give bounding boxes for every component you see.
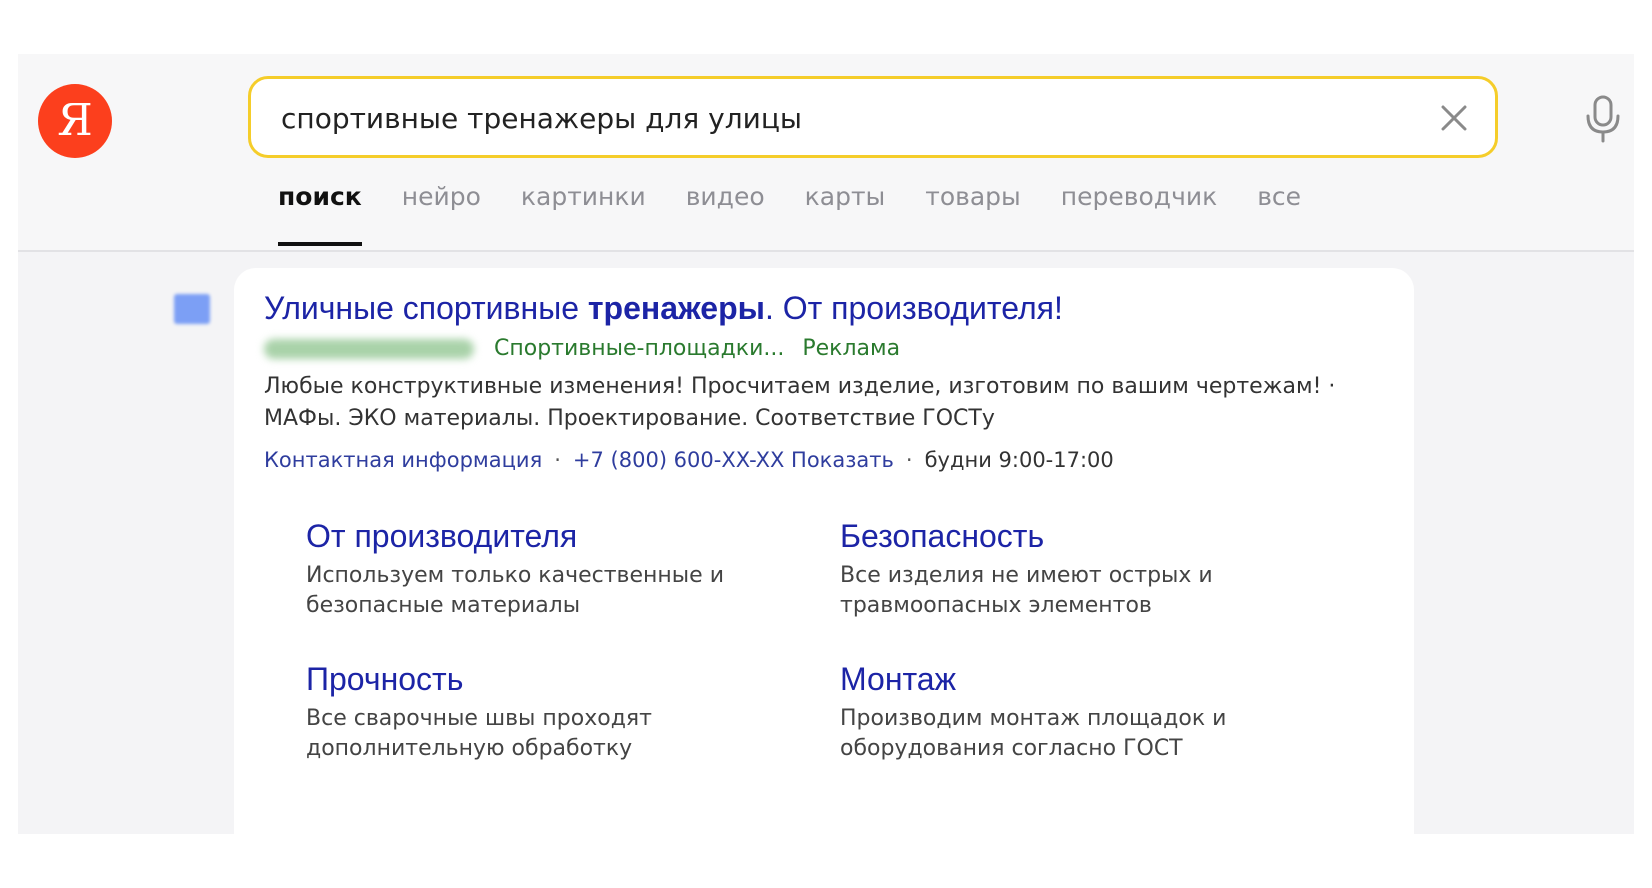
tab-search[interactable]: поиск: [278, 182, 362, 246]
phone-link[interactable]: +7 (800) 600-XX-XX Показать: [573, 448, 894, 472]
contact-info-link[interactable]: Контактная информация: [264, 448, 542, 472]
ad-title-bold: тренажеры: [587, 290, 765, 326]
tab-neuro[interactable]: нейро: [402, 182, 481, 246]
sitelink-desc: Все изделия не имеют острых и травмоопас…: [840, 563, 1213, 618]
ad-label: Реклама: [802, 336, 901, 361]
ad-url-row: Спортивные-площадки... Реклама: [264, 336, 900, 361]
sitelink-desc: Производим монтаж площадок и оборудовани…: [840, 706, 1227, 761]
sitelink-desc: Все сварочные швы проходят дополнительну…: [306, 706, 652, 761]
sitelink-installation: Монтаж Производим монтаж площадок и обор…: [840, 661, 1320, 764]
sitelink-title[interactable]: От производителя: [306, 518, 786, 555]
ad-title-part1: Уличные спортивные: [264, 290, 588, 326]
ad-contacts: Контактная информация · +7 (800) 600-XX-XX…: [264, 448, 1114, 472]
site-favicon-icon: [174, 294, 210, 324]
search-tabs: поиск нейро картинки видео карты товары …: [278, 182, 1301, 246]
search-input[interactable]: [281, 101, 1381, 135]
sitelink-safety: Безопасность Все изделия не имеют острых…: [840, 518, 1320, 621]
tab-translator[interactable]: переводчик: [1061, 182, 1217, 246]
yandex-logo[interactable]: Я: [38, 84, 112, 158]
separator-dot: ·: [905, 448, 913, 472]
sitelink-from-manufacturer: От производителя Используем только качес…: [306, 518, 786, 621]
ad-result-card: Уличные спортивные тренажеры. От произво…: [234, 268, 1414, 834]
tab-all[interactable]: все: [1257, 182, 1301, 246]
tab-images[interactable]: картинки: [521, 182, 646, 246]
microphone-icon[interactable]: [1581, 94, 1625, 144]
ad-url-path[interactable]: Спортивные-площадки...: [494, 336, 784, 361]
sitelink-title[interactable]: Прочность: [306, 661, 786, 698]
separator-dot: ·: [554, 448, 561, 472]
ad-title-link[interactable]: Уличные спортивные тренажеры. От произво…: [264, 290, 1063, 327]
header: Я поиск нейро картинки видео карты товар…: [18, 54, 1634, 252]
tab-products[interactable]: товары: [925, 182, 1021, 246]
sitelink-strength: Прочность Все сварочные швы проходят доп…: [306, 661, 786, 764]
tab-maps[interactable]: карты: [805, 182, 886, 246]
sitelink-title[interactable]: Монтаж: [840, 661, 1320, 698]
close-icon[interactable]: [1435, 99, 1473, 137]
blurred-domain[interactable]: [264, 338, 474, 359]
ad-title-part2: . От производителя!: [764, 290, 1063, 326]
tab-video[interactable]: видео: [686, 182, 765, 246]
sitelink-title[interactable]: Безопасность: [840, 518, 1320, 555]
search-box[interactable]: [248, 76, 1498, 158]
search-results-screen: Я поиск нейро картинки видео карты товар…: [18, 54, 1634, 834]
working-hours: будни 9:00-17:00: [924, 448, 1114, 472]
ad-description: Любые конструктивные изменения! Просчита…: [264, 374, 1336, 431]
sitelink-desc: Используем только качественные и безопас…: [306, 563, 724, 618]
